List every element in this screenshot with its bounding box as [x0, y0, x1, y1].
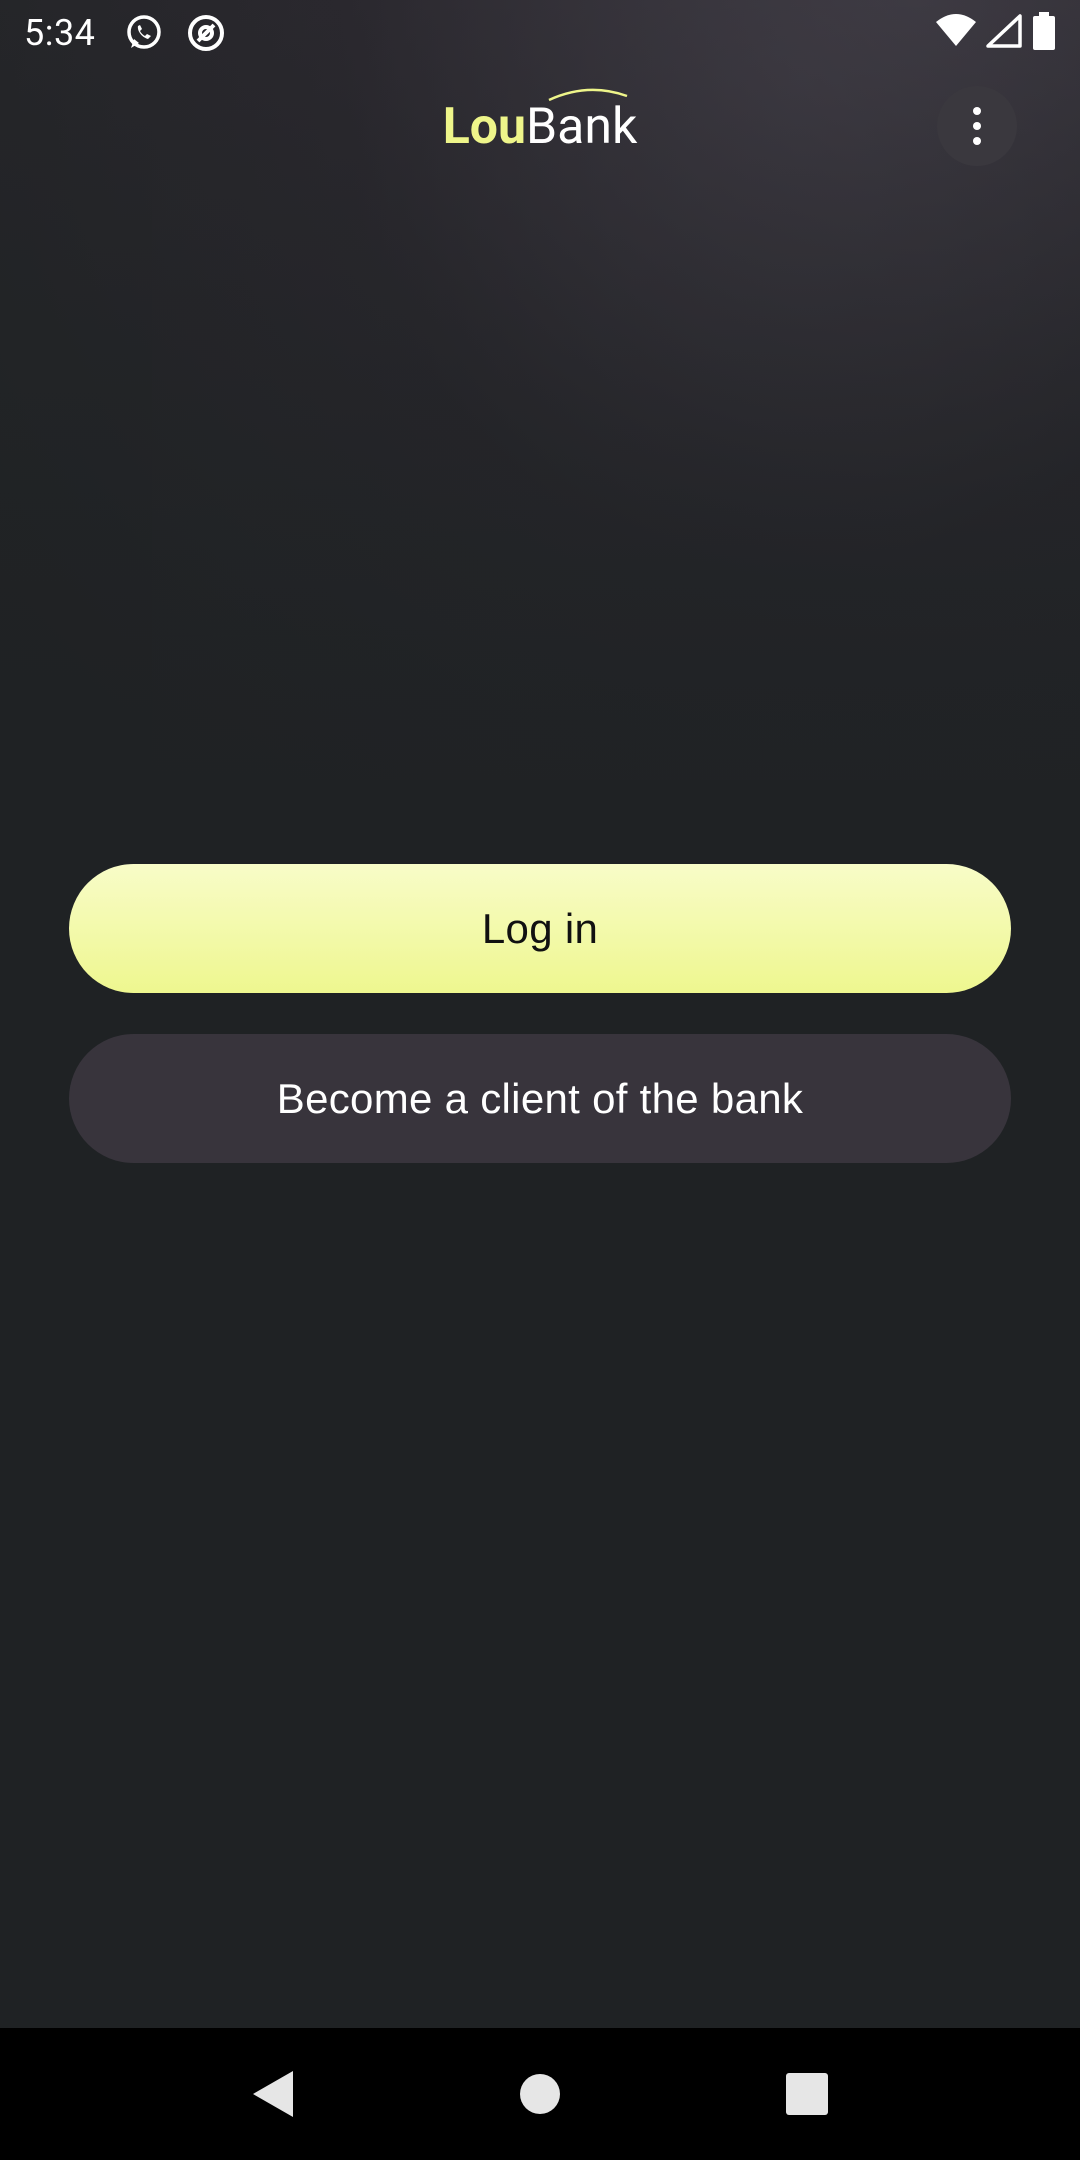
recents-icon[interactable] [767, 2054, 847, 2134]
app-screen: 5:34 LouBank Log in Become a client of t… [0, 0, 1080, 2160]
become-client-button[interactable]: Become a client of the bank [69, 1034, 1011, 1163]
login-button[interactable]: Log in [69, 864, 1011, 993]
system-navigation-bar [0, 2028, 1080, 2160]
logo-text-bank: Bank [525, 98, 638, 156]
status-time: 5:34 [24, 12, 96, 54]
logo-arc-icon [548, 88, 628, 102]
status-right-icons [936, 12, 1056, 54]
wifi-icon [936, 14, 976, 52]
more-options-button[interactable] [918, 86, 1036, 166]
cell-signal-icon [986, 14, 1022, 52]
status-bar: 5:34 [0, 0, 1080, 66]
logo-text-lou: Lou [442, 98, 526, 156]
battery-icon [1032, 12, 1056, 54]
more-vertical-icon [937, 86, 1017, 166]
at-sign-icon [185, 12, 227, 54]
home-icon[interactable] [500, 2054, 580, 2134]
back-icon[interactable] [233, 2054, 313, 2134]
whatsapp-icon [123, 12, 165, 54]
